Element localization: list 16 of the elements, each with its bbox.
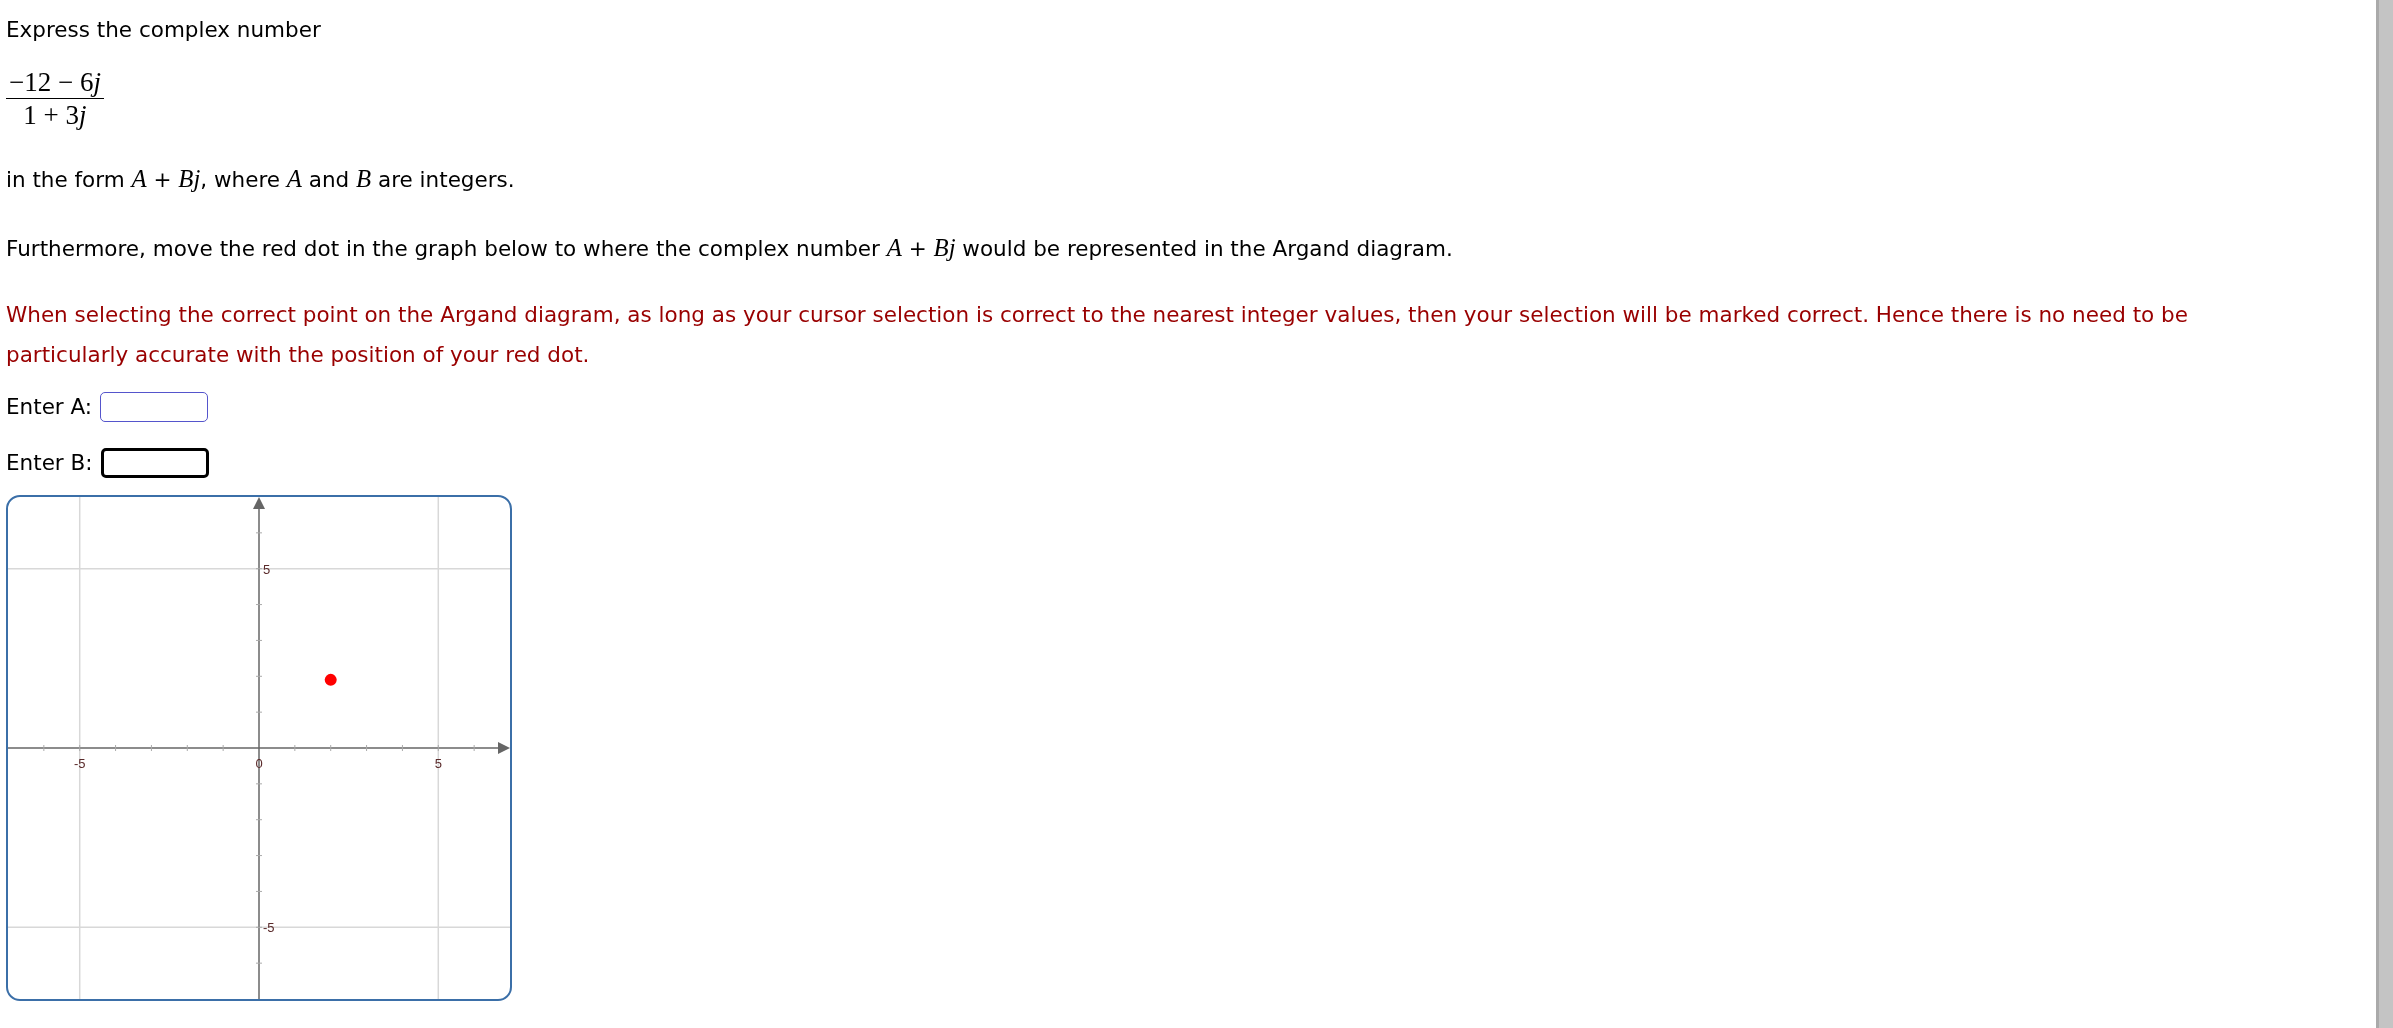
form-text: in the form A + Bj, where A and B are integers. (6, 163, 516, 194)
question-text: Express the complex number (6, 16, 322, 44)
scrollbar[interactable] (2376, 0, 2393, 1028)
draggable-point[interactable] (324, 673, 337, 686)
fraction-expression: −12 − 6j 1 + 3j (6, 65, 104, 132)
instruction-text: Furthermore, move the red dot in the graph below to where the complex number A + Bj would be represented in the Argand diagram. (6, 233, 1454, 264)
note-text: When selecting the correct point on the Argand diagram, as long as your cursor selection is correct to the nearest integer values, then your selection will be marked correct. Hence there is no need to be particularly accurate with the position of your red dot. (6, 301, 2189, 369)
axis-tick-label: -5 (73, 756, 86, 771)
field-label: Enter B: (6, 448, 93, 477)
axis-tick-label: -5 (263, 920, 275, 936)
answer-field[interactable] (100, 447, 209, 478)
axis-tick-label: 5 (263, 561, 271, 577)
axis-tick-label: 0 (255, 756, 263, 771)
field-label: Enter A: (6, 392, 93, 421)
answer-field[interactable] (100, 391, 209, 422)
axis-tick-label: 5 (434, 756, 442, 771)
